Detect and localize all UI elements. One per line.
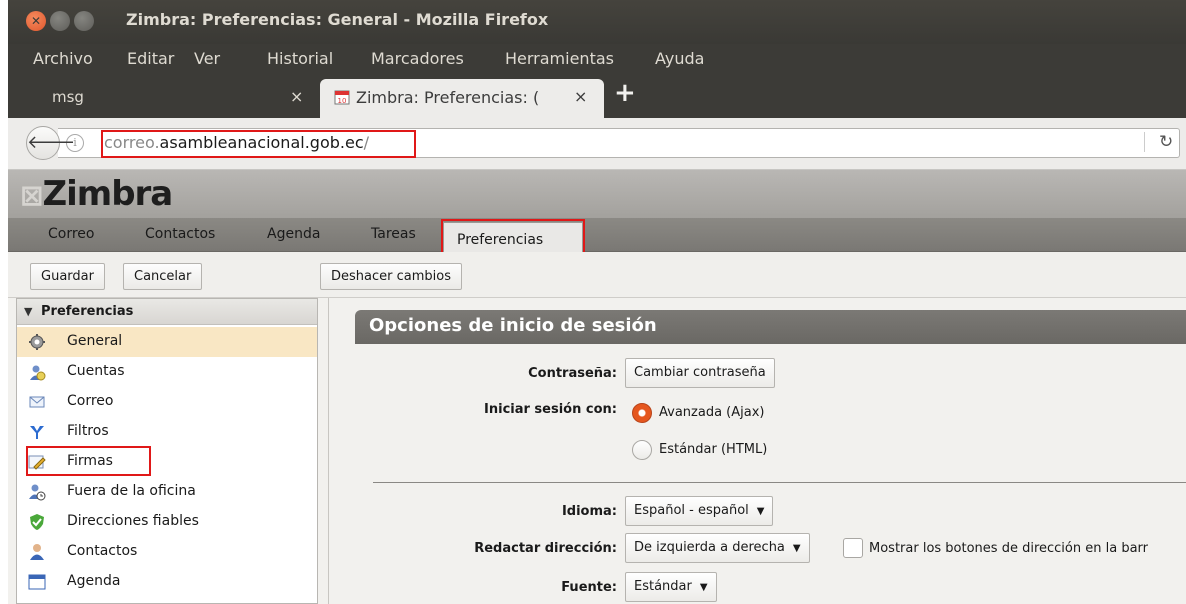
app-tab-bar: Correo Contactos Agenda Tareas [8,218,1186,252]
login-with-label: Iniciar sesión con: [484,402,617,417]
chevron-down-icon: ▼ [699,582,708,593]
section-title: Opciones de inicio de sesión [369,315,657,336]
mail-icon [29,396,45,408]
window-maximize-button[interactable] [74,11,94,31]
tab-close-icon[interactable]: × [290,87,303,106]
menubar: Archivo Editar Ver Historial Marcadores … [8,44,1186,76]
window-title: Zimbra: Preferencias: General - Mozilla … [126,10,549,29]
section-divider [373,482,1186,483]
sidebar-item-label: Correo [67,393,114,409]
menu-editar[interactable]: Editar [127,49,174,68]
menu-marcadores[interactable]: Marcadores [371,49,464,68]
language-select-value: Español - español [634,503,749,518]
window-left-edge [0,0,8,604]
direction-select-value: De izquierda a derecha [634,540,785,555]
gear-icon [29,334,45,350]
sidebar-title: Preferencias [41,304,134,319]
font-label: Fuente: [561,580,617,595]
direction-label: Redactar dirección: [474,541,617,556]
zimbra-app: ⊠Zimbra Correo Contactos Agenda Tareas P… [8,170,1186,604]
sidebar-item-agenda[interactable]: Agenda [17,567,317,597]
browser-tabbar: msg × 10 Zimbra: Preferencias: ( × + [8,76,1186,118]
section-header: Opciones de inicio de sesión [355,310,1186,344]
sidebar-item-correo[interactable]: Correo [17,387,317,417]
sidebar-item-direcciones-fiables[interactable]: Direcciones fiables [17,507,317,537]
chevron-down-icon: ▼ [792,543,801,554]
filter-icon [30,426,44,439]
menu-ver[interactable]: Ver [194,49,220,68]
direction-buttons-checkbox[interactable] [843,538,863,558]
calendar-favicon-icon: 10 [334,90,350,105]
app-tab-contactos[interactable]: Contactos [145,226,215,242]
new-tab-button[interactable]: + [614,78,636,108]
sidebar-item-filtros[interactable]: Filtros [17,417,317,447]
chevron-down-icon: ▼ [756,506,765,517]
radio-advanced-label: Avanzada (Ajax) [659,405,765,420]
radio-standard[interactable] [632,440,652,460]
cancel-button[interactable]: Cancelar [123,263,203,290]
menu-historial[interactable]: Historial [267,49,333,68]
sidebar-item-contactos[interactable]: Contactos [17,537,317,567]
url-bar[interactable]: i correo.asambleanacional.gob.ec/ ↻ [58,128,1180,158]
window-close-button[interactable]: ✕ [26,11,46,31]
back-button[interactable]: 🡐 [26,126,75,160]
sidebar-item-label: Filtros [67,423,109,439]
out-of-office-icon [29,484,46,501]
url-highlight-box [101,130,416,158]
radio-advanced[interactable] [632,403,652,423]
password-label: Contraseña: [528,366,617,381]
sidebar-item-label: Fuera de la oficina [67,483,196,499]
app-tab-tareas[interactable]: Tareas [371,226,416,242]
sidebar-item-fuera-de-la-oficina[interactable]: Fuera de la oficina [17,477,317,507]
window-titlebar: ✕ Zimbra: Preferencias: General - Mozill… [8,0,1186,44]
language-label: Idioma: [561,504,617,519]
change-password-button[interactable]: Cambiar contraseña [625,358,775,388]
menu-ayuda[interactable]: Ayuda [655,49,704,68]
window-minimize-button[interactable] [50,11,70,31]
app-header: ⊠Zimbra [8,170,1186,218]
app-tab-correo[interactable]: Correo [48,226,94,242]
save-button[interactable]: Guardar [30,263,105,290]
sidebar-item-label: Agenda [67,573,121,589]
browser-tab-msg[interactable]: msg × [8,78,316,118]
firmas-highlight-box [26,446,151,476]
undo-changes-button[interactable]: Deshacer cambios [320,263,462,290]
sidebar-item-label: General [67,333,123,349]
preferences-content: Opciones de inicio de sesión Contraseña:… [328,298,1186,604]
navigation-bar: i correo.asambleanacional.gob.ec/ ↻ 🡐 [8,118,1186,170]
app-tab-agenda[interactable]: Agenda [267,226,320,242]
sidebar-item-label: Cuentas [67,363,125,379]
sidebar-item-label: Direcciones fiables [67,513,199,529]
app-toolbar: Guardar Cancelar Deshacer cambios [8,252,1186,298]
svg-text:10: 10 [338,97,347,105]
menu-herramientas[interactable]: Herramientas [505,49,614,68]
sidebar-item-general[interactable]: General [17,327,317,357]
zimbra-logo: ⊠Zimbra [20,174,173,214]
accounts-icon [30,365,46,381]
direction-select[interactable]: De izquierda a derecha ▼ [625,533,810,563]
calendar-icon [28,574,46,590]
menu-archivo[interactable]: Archivo [33,49,93,68]
sidebar-header[interactable]: ▼ Preferencias [17,299,317,325]
radio-standard-label: Estándar (HTML) [659,442,768,457]
font-select-value: Estándar [634,579,692,594]
tab-close-icon[interactable]: × [574,87,587,106]
sidebar-item-cuentas[interactable]: Cuentas [17,357,317,387]
shield-icon [30,514,44,530]
browser-window: ✕ Zimbra: Preferencias: General - Mozill… [0,0,1186,604]
tab-label: msg [52,88,84,106]
tab-label: Zimbra: Preferencias: ( [356,88,540,107]
reload-icon[interactable]: ↻ [1144,132,1173,152]
contact-icon [30,544,44,560]
browser-tab-zimbra[interactable]: 10 Zimbra: Preferencias: ( × [320,79,604,118]
font-select[interactable]: Estándar ▼ [625,572,717,602]
collapse-triangle-icon[interactable]: ▼ [24,305,32,318]
language-select[interactable]: Español - español ▼ [625,496,774,526]
sidebar-item-label: Contactos [67,543,138,559]
direction-buttons-checkbox-label: Mostrar los botones de dirección en la b… [869,541,1148,556]
